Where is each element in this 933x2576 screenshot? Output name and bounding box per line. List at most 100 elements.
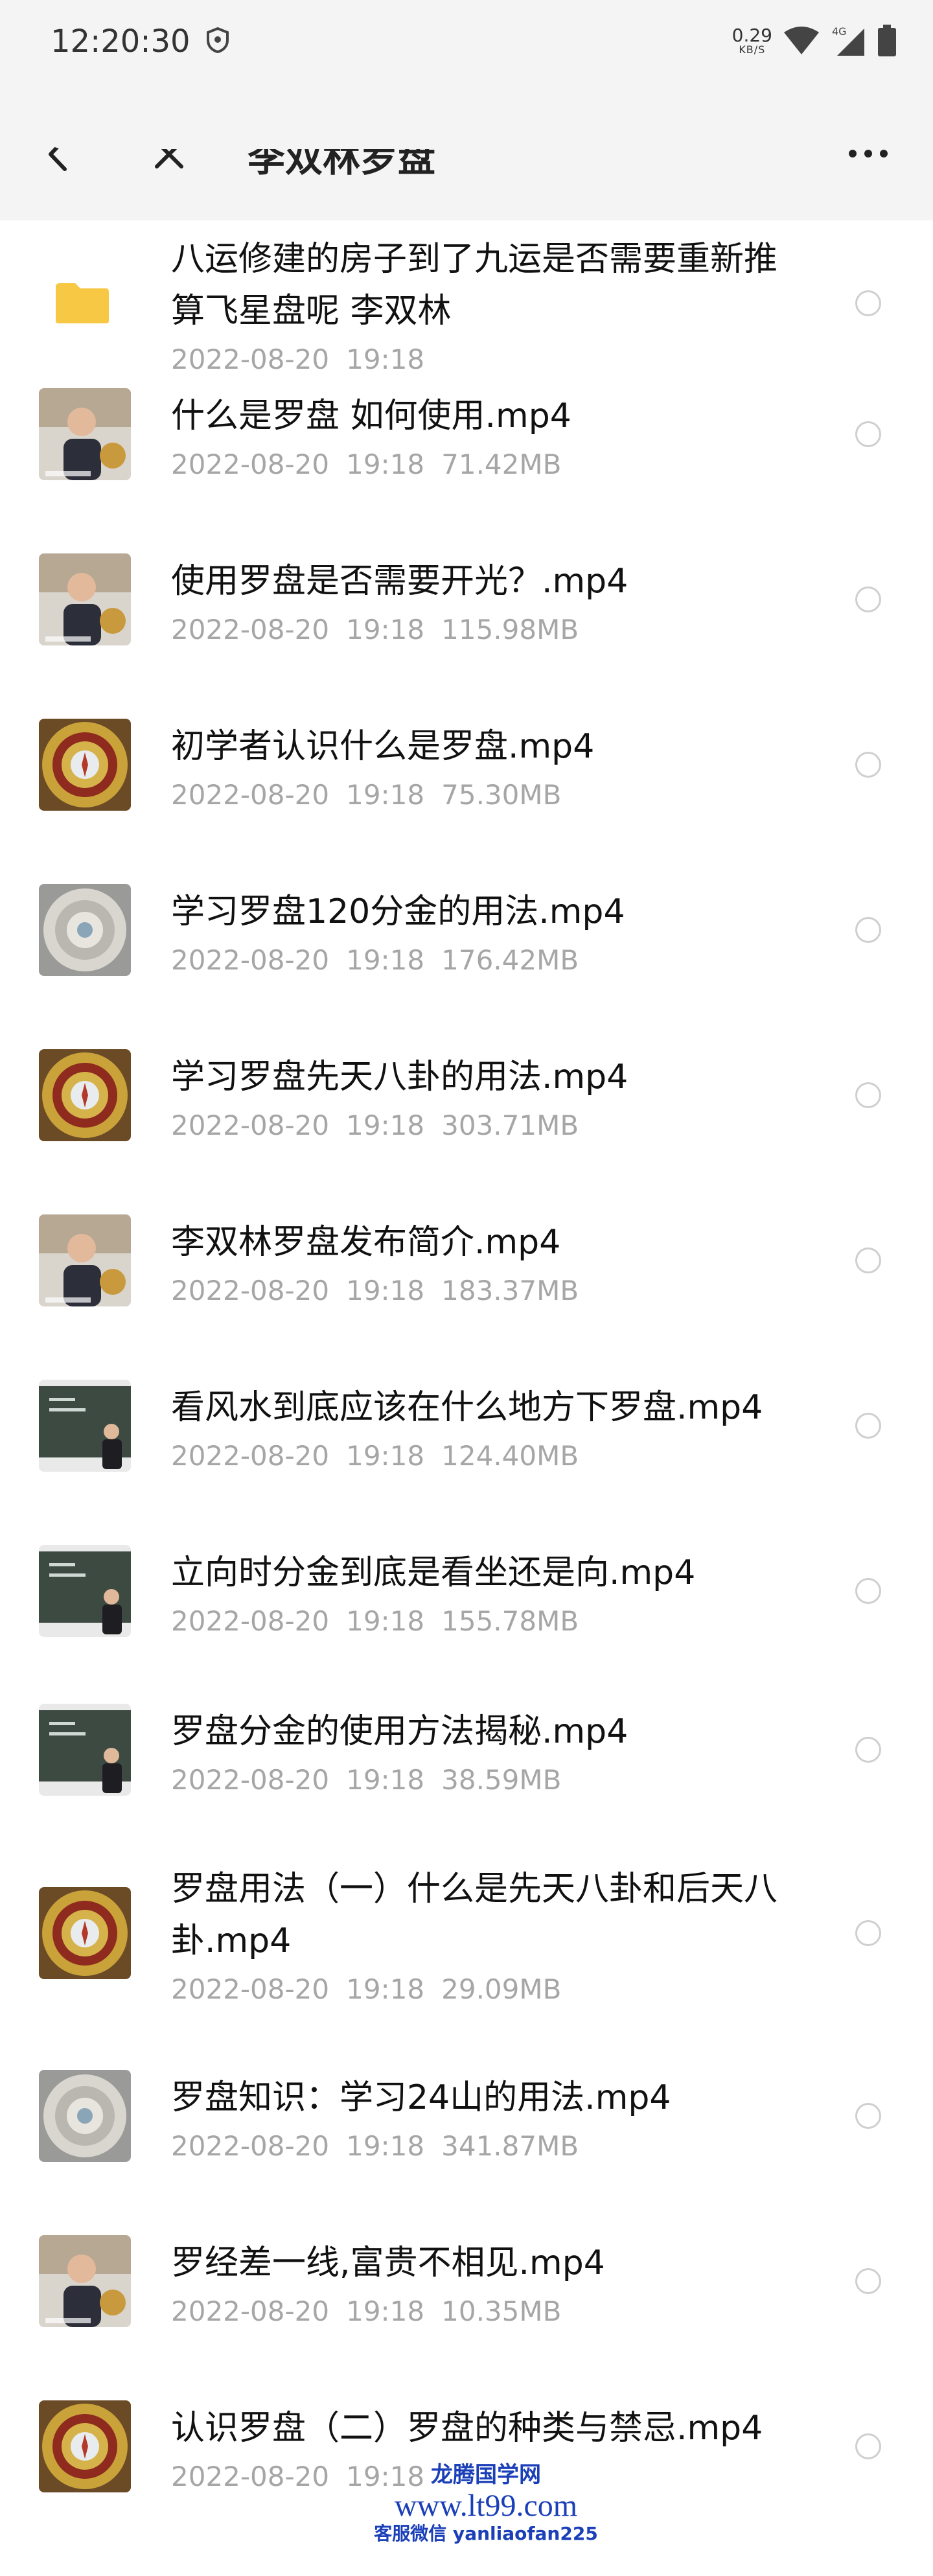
- item-title: 认识罗盘（二）罗盘的种类与禁忌.mp4: [171, 2409, 763, 2448]
- folder-icon: [56, 283, 109, 323]
- item-date: 2022-08-20: [171, 1440, 330, 1472]
- item-time: 19:18: [346, 1605, 425, 1637]
- item-date: 2022-08-20: [171, 1605, 330, 1637]
- watermark: 龙腾国学网 www.lt99.com 客服微信 yanliaofan225: [350, 2462, 622, 2545]
- video-thumbnail: [39, 1214, 131, 1306]
- item-text: 李双林罗盘发布简介.mp4 2022-08-20 19:18 183.37MB: [171, 1216, 806, 1310]
- video-thumbnail: [39, 2400, 131, 2492]
- video-thumbnail: [39, 388, 131, 480]
- item-title: 使用罗盘是否需要开光？.mp4: [171, 562, 628, 601]
- list-item[interactable]: 学习罗盘120分金的用法.mp4 2022-08-20 19:18 176.42MB: [0, 878, 933, 1043]
- item-size: 38.59MB: [441, 1764, 562, 1796]
- list-item[interactable]: 看风水到底应该在什么地方下罗盘.mp4 2022-08-20 19:18 124.40…: [0, 1374, 933, 1539]
- select-radio[interactable]: [855, 2433, 881, 2459]
- item-date: 2022-08-20: [171, 448, 330, 480]
- item-size: 71.42MB: [441, 448, 562, 480]
- list-item[interactable]: 初学者认识什么是罗盘.mp4 2022-08-20 19:18 75.30MB: [0, 713, 933, 878]
- item-date: 2022-08-20: [171, 779, 330, 811]
- item-meta: 2022-08-20 19:18 176.42MB: [171, 942, 806, 979]
- item-time: 19:18: [346, 1440, 425, 1472]
- item-title: 立向时分金到底是看坐还是向.mp4: [171, 1553, 696, 1592]
- video-thumbnail: [39, 1049, 131, 1141]
- item-size: 115.98MB: [441, 614, 579, 645]
- item-text: 罗盘分金的使用方法揭秘.mp4 2022-08-20 19:18 38.59MB: [171, 1706, 806, 1799]
- network-speed-value: 0.29: [731, 25, 772, 46]
- list-item[interactable]: 李双林罗盘发布简介.mp4 2022-08-20 19:18 183.37MB: [0, 1209, 933, 1374]
- item-text: 罗盘知识：学习24山的用法.mp4 2022-08-20 19:18 341.87MB: [171, 2072, 806, 2165]
- select-radio[interactable]: [855, 290, 881, 316]
- item-meta: 2022-08-20 19:18 29.09MB: [171, 1971, 806, 2008]
- watermark-line3: 客服微信 yanliaofan225: [374, 2523, 598, 2545]
- item-time: 19:18: [346, 779, 425, 811]
- list-item[interactable]: 罗盘用法（一）什么是先天八卦和后天八卦.mp4 2022-08-20 19:18 29…: [0, 1863, 933, 2064]
- item-date: 2022-08-20: [171, 1275, 330, 1306]
- item-text: 看风水到底应该在什么地方下罗盘.mp4 2022-08-20 19:18 124.40…: [171, 1382, 806, 1475]
- item-meta: 2022-08-20 19:18 303.71MB: [171, 1107, 806, 1144]
- select-radio[interactable]: [855, 917, 881, 943]
- select-radio[interactable]: [855, 1247, 881, 1273]
- item-time: 19:18: [346, 2295, 425, 2327]
- cellular-signal-icon: 4G: [832, 25, 864, 56]
- item-date: 2022-08-20: [171, 1764, 330, 1796]
- network-speed-unit: KB/S: [739, 43, 766, 56]
- item-date: 2022-08-20: [171, 2295, 330, 2327]
- item-text: 使用罗盘是否需要开光？.mp4 2022-08-20 19:18 115.98MB: [171, 555, 806, 649]
- item-meta: 2022-08-20 19:18 115.98MB: [171, 611, 806, 649]
- item-size: 124.40MB: [441, 1440, 579, 1472]
- item-title: 初学者认识什么是罗盘.mp4: [171, 727, 595, 766]
- item-size: 10.35MB: [441, 2295, 562, 2327]
- video-thumbnail: [39, 553, 131, 645]
- item-time: 19:18: [346, 2130, 425, 2162]
- item-meta: 2022-08-20 19:18 38.59MB: [171, 1761, 806, 1799]
- select-radio[interactable]: [855, 1737, 881, 1763]
- select-radio[interactable]: [855, 2268, 881, 2294]
- select-radio[interactable]: [855, 586, 881, 612]
- video-thumbnail: [39, 1545, 131, 1637]
- select-radio[interactable]: [855, 421, 881, 447]
- item-size: 303.71MB: [441, 1109, 579, 1141]
- item-date: 2022-08-20: [171, 614, 330, 645]
- status-bar: 12:20:30 0.29 KB/S 4G: [0, 0, 933, 87]
- network-speed: 0.29 KB/S: [732, 27, 772, 55]
- select-radio[interactable]: [855, 1578, 881, 1604]
- select-radio[interactable]: [855, 752, 881, 778]
- item-title: 李双林罗盘发布简介.mp4: [171, 1223, 561, 1262]
- item-time: 19:18: [346, 944, 425, 976]
- wifi-icon: [784, 27, 819, 54]
- list-item[interactable]: 罗经差一线,富贵不相见.mp4 2022-08-20 19:18 10.35MB: [0, 2229, 933, 2395]
- item-size: 341.87MB: [441, 2130, 579, 2162]
- item-text: 罗经差一线,富贵不相见.mp4 2022-08-20 19:18 10.35MB: [171, 2237, 806, 2330]
- item-size: 75.30MB: [441, 779, 562, 811]
- select-radio[interactable]: [855, 1413, 881, 1439]
- list-item[interactable]: 使用罗盘是否需要开光？.mp4 2022-08-20 19:18 115.98MB: [0, 548, 933, 713]
- item-date: 2022-08-20: [171, 1109, 330, 1141]
- item-time: 19:18: [346, 1764, 425, 1796]
- item-time: 19:18: [346, 1275, 425, 1306]
- item-meta: 2022-08-20 19:18 71.42MB: [171, 446, 806, 483]
- select-radio[interactable]: [855, 2103, 881, 2129]
- select-radio[interactable]: [855, 1082, 881, 1108]
- item-time: 19:18: [346, 1973, 425, 2005]
- item-date: 2022-08-20: [171, 2130, 330, 2162]
- list-item[interactable]: 立向时分金到底是看坐还是向.mp4 2022-08-20 19:18 155.78MB: [0, 1539, 933, 1698]
- item-meta: 2022-08-20 19:18 10.35MB: [171, 2293, 806, 2330]
- list-item[interactable]: 什么是罗盘 如何使用.mp4 2022-08-20 19:18 71.42MB: [0, 382, 933, 548]
- list-item[interactable]: 学习罗盘先天八卦的用法.mp4 2022-08-20 19:18 303.71MB: [0, 1043, 933, 1209]
- battery-icon: [878, 25, 896, 56]
- item-text: 学习罗盘先天八卦的用法.mp4 2022-08-20 19:18 303.71MB: [171, 1051, 806, 1144]
- item-text: 初学者认识什么是罗盘.mp4 2022-08-20 19:18 75.30MB: [171, 721, 806, 814]
- list-item[interactable]: 罗盘知识：学习24山的用法.mp4 2022-08-20 19:18 341.87MB: [0, 2064, 933, 2229]
- list-item[interactable]: 罗盘分金的使用方法揭秘.mp4 2022-08-20 19:18 38.59MB: [0, 1698, 933, 1863]
- select-radio[interactable]: [855, 1920, 881, 1946]
- item-title: 学习罗盘120分金的用法.mp4: [171, 892, 625, 931]
- item-meta: 2022-08-20 19:18 124.40MB: [171, 1437, 806, 1475]
- item-title: 罗盘知识：学习24山的用法.mp4: [171, 2078, 671, 2117]
- item-meta: 2022-08-20 19:18: [171, 341, 806, 378]
- nav-bar: 李双林罗盘: [0, 87, 933, 220]
- item-size: 183.37MB: [441, 1275, 579, 1306]
- list-item[interactable]: 八运修建的房子到了九运是否需要重新推算飞星盘呢 李双林 2022-08-20 19:…: [0, 233, 933, 382]
- item-meta: 2022-08-20 19:18 183.37MB: [171, 1272, 806, 1310]
- video-thumbnail: [39, 1704, 131, 1796]
- item-title: 罗经差一线,富贵不相见.mp4: [171, 2244, 605, 2282]
- item-time: 19:18: [346, 614, 425, 645]
